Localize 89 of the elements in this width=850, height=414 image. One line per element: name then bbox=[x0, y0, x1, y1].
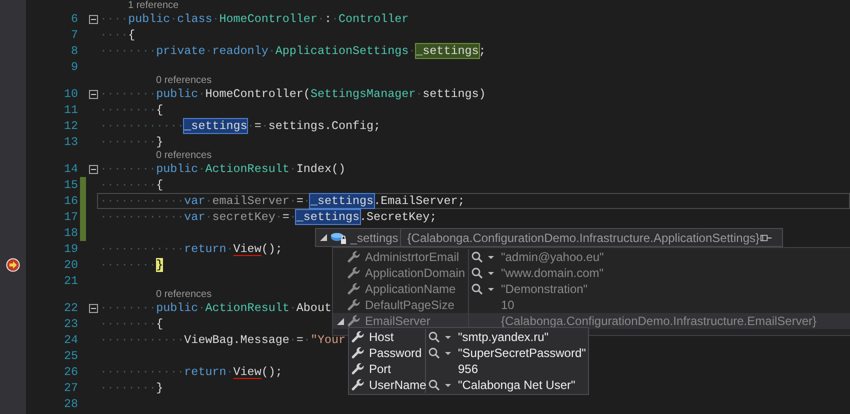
magnifier-dropdown-icon[interactable] bbox=[428, 347, 454, 359]
wrench-icon bbox=[351, 330, 365, 344]
line-number: 28 bbox=[62, 396, 78, 412]
property-name: Host bbox=[365, 329, 426, 345]
code-line: ········} bbox=[100, 381, 164, 395]
line-number: 15 bbox=[62, 177, 78, 193]
magnifier-dropdown-icon[interactable] bbox=[428, 379, 454, 391]
code-lens[interactable]: 1 reference bbox=[128, 0, 179, 11]
magnifier-dropdown-icon[interactable] bbox=[471, 251, 497, 263]
wrench-icon bbox=[347, 266, 361, 280]
property-name: Password bbox=[365, 345, 426, 361]
line-number: 22 bbox=[62, 300, 78, 316]
code-line: ········private·readonly·ApplicationSettings·_settings; bbox=[100, 44, 486, 58]
wrench-icon bbox=[351, 378, 365, 392]
code-line: ············return·View(); bbox=[100, 365, 282, 379]
line-number: 19 bbox=[62, 241, 78, 257]
line-number: 9 bbox=[70, 59, 78, 75]
property-name: Port bbox=[365, 361, 426, 377]
line-number: 12 bbox=[62, 118, 78, 134]
collapse-icon[interactable] bbox=[88, 90, 98, 98]
line-number: 25 bbox=[62, 348, 78, 364]
wrench-icon bbox=[351, 362, 365, 376]
line-number: 27 bbox=[62, 380, 78, 396]
line-number: 10 bbox=[62, 86, 78, 102]
property-name: ApplicationName bbox=[361, 281, 469, 297]
code-lens[interactable]: 0 references bbox=[156, 150, 212, 161]
magnifier-dropdown-icon[interactable] bbox=[471, 283, 497, 295]
code-line: ········} bbox=[100, 258, 164, 272]
expander-icon[interactable] bbox=[320, 234, 327, 241]
property-value: "www.domain.com" bbox=[501, 265, 604, 282]
code-line: ····{ bbox=[100, 28, 136, 42]
magnifier-dropdown-icon[interactable] bbox=[471, 267, 497, 279]
property-name: AdministrtorEmail bbox=[361, 249, 469, 265]
property-value: "SuperSecretPassword" bbox=[458, 345, 586, 362]
property-row[interactable]: ApplicationName "Demonstration" bbox=[333, 281, 850, 297]
property-value: "Calabonga Net User" bbox=[458, 377, 576, 394]
property-value: "smtp.yandex.ru" bbox=[458, 329, 549, 346]
property-value: 956 bbox=[458, 361, 478, 378]
code-line: ········public·HomeController(SettingsManager·settings) bbox=[100, 87, 486, 101]
line-number: 11 bbox=[62, 102, 78, 118]
code-lens[interactable]: 0 references bbox=[156, 75, 212, 86]
line-number: 14 bbox=[62, 161, 78, 177]
code-line: ········} bbox=[100, 135, 164, 149]
expander-icon[interactable] bbox=[336, 318, 344, 324]
code-line: ········{ bbox=[100, 103, 164, 117]
code-line: ············var·secretKey·=·_settings.SecretKey; bbox=[100, 210, 437, 224]
line-number: 26 bbox=[62, 364, 78, 380]
line-number: 17 bbox=[62, 209, 78, 225]
line-number: 8 bbox=[70, 43, 78, 59]
property-value: "Demonstration" bbox=[501, 281, 588, 298]
line-number: 18 bbox=[62, 225, 78, 241]
property-row[interactable]: ApplicationDomain "www.domain.com" bbox=[333, 265, 850, 281]
line-number: 21 bbox=[62, 273, 78, 289]
property-row[interactable]: AdministrtorEmail "admin@yahoo.eu" bbox=[333, 249, 850, 265]
code-line: ········public·ActionResult·About bbox=[100, 301, 332, 315]
collapse-icon[interactable] bbox=[88, 14, 98, 24]
code-line: ····public·class·HomeController·:·Controller bbox=[100, 12, 409, 26]
line-number: 20 bbox=[62, 257, 78, 273]
line-number: 7 bbox=[70, 27, 78, 43]
code-line: ········{ bbox=[100, 317, 164, 331]
property-value: "admin@yahoo.eu" bbox=[501, 249, 604, 266]
code-line: ············var·emailServer·=·_settings.EmailServer; bbox=[100, 194, 465, 208]
wrench-icon bbox=[351, 346, 365, 360]
code-line: ········{ bbox=[100, 178, 164, 192]
line-number: 6 bbox=[70, 11, 78, 27]
variable-value: {Calabonga.ConfigurationDemo.Infrastructure.ApplicationSettings} bbox=[406, 230, 760, 246]
pin-icon[interactable] bbox=[760, 232, 772, 242]
property-name: ApplicationDomain bbox=[361, 265, 469, 281]
code-line: ············return·View(); bbox=[100, 242, 282, 256]
wrench-icon bbox=[347, 298, 361, 312]
property-row[interactable]: EmailServer {Calabonga.ConfigurationDemo.Infrastructure.EmailServer} bbox=[333, 313, 850, 329]
line-number: 16 bbox=[62, 193, 78, 209]
wrench-icon bbox=[347, 314, 361, 328]
magnifier-dropdown-icon[interactable] bbox=[428, 331, 454, 343]
property-value: 10 bbox=[501, 297, 514, 314]
line-number: 13 bbox=[62, 134, 78, 150]
code-line: ········public·ActionResult·Index() bbox=[100, 162, 346, 176]
collapse-icon[interactable] bbox=[88, 164, 98, 174]
wrench-icon bbox=[347, 282, 361, 296]
line-number: 23 bbox=[62, 316, 78, 332]
property-name: UserName bbox=[365, 377, 426, 393]
collapse-icon[interactable] bbox=[88, 304, 98, 312]
wrench-icon bbox=[347, 250, 361, 264]
field-lock-icon bbox=[330, 230, 348, 244]
code-lens[interactable]: 0 references bbox=[156, 289, 212, 300]
code-line: ············_settings·=·settings.Config; bbox=[100, 119, 381, 133]
line-number: 24 bbox=[62, 332, 78, 348]
property-value: {Calabonga.ConfigurationDemo.Infrastructure.EmailServer} bbox=[501, 313, 816, 330]
code-line: ············ViewBag.Message·=·"Your bbox=[100, 333, 346, 347]
